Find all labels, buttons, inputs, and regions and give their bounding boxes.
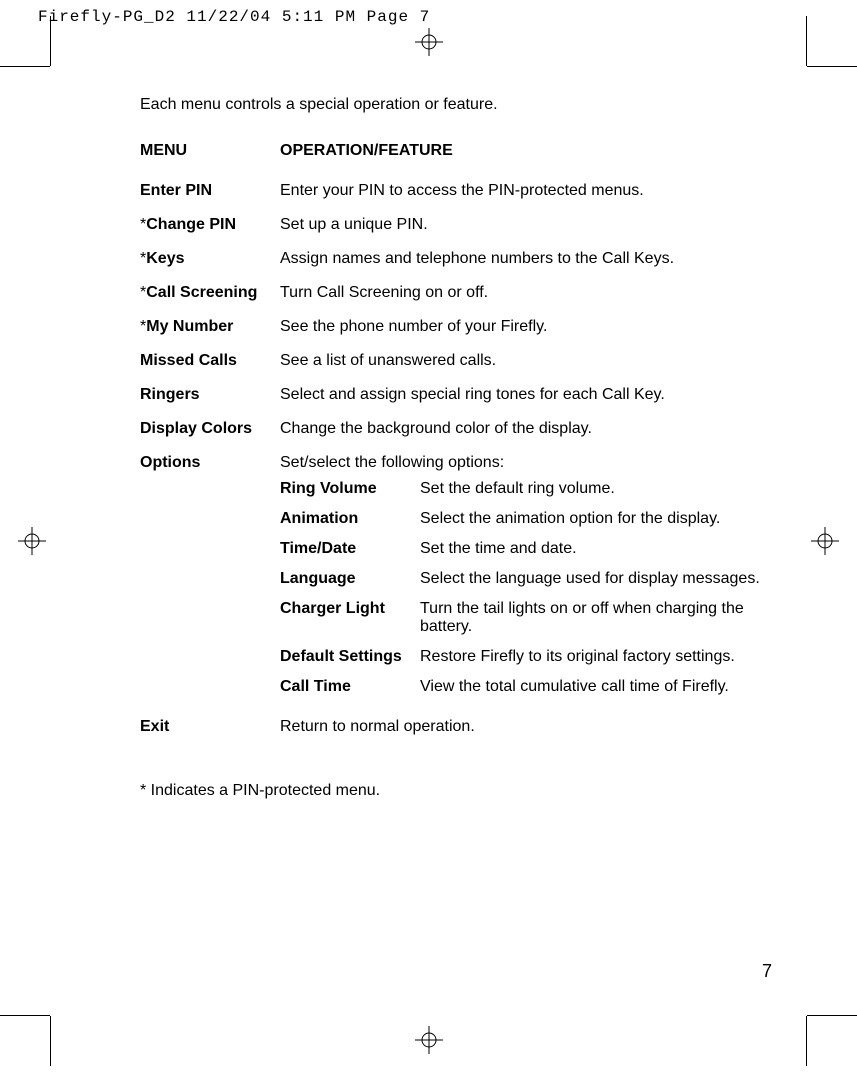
table-row: OptionsSet/select the following options:… [140,446,800,710]
table-row: Charger LightTurn the tail lights on or … [280,594,790,642]
table-row: *My NumberSee the phone number of your F… [140,310,800,344]
menu-name: Display Colors [140,412,280,446]
menu-name: Enter PIN [140,174,280,208]
menu-description: See a list of unanswered calls. [280,344,800,378]
table-row: Enter PINEnter your PIN to access the PI… [140,174,800,208]
table-row: Call TimeView the total cumulative call … [280,672,790,702]
menu-description: Change the background color of the displ… [280,412,800,446]
table-row: Time/DateSet the time and date. [280,534,790,564]
menu-name: Missed Calls [140,344,280,378]
option-name: Call Time [280,672,420,702]
option-description: View the total cumulative call time of F… [420,672,790,702]
option-description: Turn the tail lights on or off when char… [420,594,790,642]
menu-name: *Call Screening [140,276,280,310]
option-name: Default Settings [280,642,420,672]
crop-mark-icon [50,16,51,66]
footnote: * Indicates a PIN-protected menu. [140,782,800,800]
header-menu: MENU [140,134,280,174]
menu-description: Set up a unique PIN. [280,208,800,242]
menu-name: *Change PIN [140,208,280,242]
table-row: Missed CallsSee a list of unanswered cal… [140,344,800,378]
option-name: Ring Volume [280,474,420,504]
intro-text: Each menu controls a special operation o… [140,96,800,114]
crop-mark-icon [807,1015,857,1016]
registration-mark-right-icon [811,527,839,555]
table-row: Default SettingsRestore Firefly to its o… [280,642,790,672]
page: Firefly-PG_D2 11/22/04 5:11 PM Page 7 Ea… [0,0,857,1082]
crop-mark-icon [50,1016,51,1066]
option-name: Language [280,564,420,594]
page-number: 7 [762,961,772,982]
body-content: Each menu controls a special operation o… [140,96,800,800]
crop-mark-icon [0,66,50,67]
menu-table: MENU OPERATION/FEATURE Enter PINEnter yo… [140,134,800,744]
registration-mark-bottom-icon [415,1026,443,1054]
option-name: Time/Date [280,534,420,564]
menu-name: *Keys [140,242,280,276]
option-description: Set the default ring volume. [420,474,790,504]
option-description: Restore Firefly to its original factory … [420,642,790,672]
crop-mark-icon [0,1015,50,1016]
option-name: Charger Light [280,594,420,642]
table-row: *Call ScreeningTurn Call Screening on or… [140,276,800,310]
crop-mark-icon [807,66,857,67]
option-description: Set the time and date. [420,534,790,564]
menu-description: Return to normal operation. [280,710,800,744]
table-row: LanguageSelect the language used for dis… [280,564,790,594]
option-name: Animation [280,504,420,534]
crop-mark-icon [806,16,807,66]
table-header-row: MENU OPERATION/FEATURE [140,134,800,174]
table-row: AnimationSelect the animation option for… [280,504,790,534]
registration-mark-left-icon [18,527,46,555]
menu-description: See the phone number of your Firefly. [280,310,800,344]
print-slug: Firefly-PG_D2 11/22/04 5:11 PM Page 7 [38,8,430,26]
menu-description: Assign names and telephone numbers to th… [280,242,800,276]
menu-name: *My Number [140,310,280,344]
option-description: Select the language used for display mes… [420,564,790,594]
registration-mark-top-icon [415,28,443,56]
table-row: *Change PINSet up a unique PIN. [140,208,800,242]
table-row: ExitReturn to normal operation. [140,710,800,744]
menu-description: Turn Call Screening on or off. [280,276,800,310]
option-description: Select the animation option for the disp… [420,504,790,534]
crop-mark-icon [806,1016,807,1066]
options-subtable: Ring VolumeSet the default ring volume.A… [280,474,790,702]
menu-description: Select and assign special ring tones for… [280,378,800,412]
menu-name: Ringers [140,378,280,412]
table-row: Display ColorsChange the background colo… [140,412,800,446]
menu-description: Enter your PIN to access the PIN-protect… [280,174,800,208]
menu-name: Options [140,446,280,710]
table-row: *KeysAssign names and telephone numbers … [140,242,800,276]
table-row: RingersSelect and assign special ring to… [140,378,800,412]
menu-description: Set/select the following options:Ring Vo… [280,446,800,710]
table-row: Ring VolumeSet the default ring volume. [280,474,790,504]
menu-name: Exit [140,710,280,744]
header-feature: OPERATION/FEATURE [280,134,800,174]
